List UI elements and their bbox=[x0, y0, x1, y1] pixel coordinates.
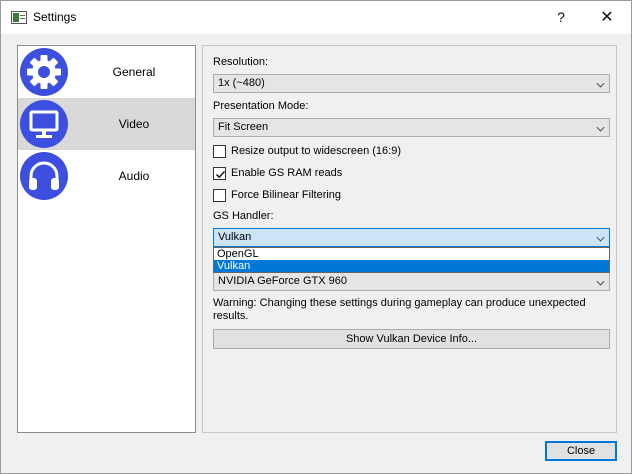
sidebar-item-audio[interactable]: Audio bbox=[18, 150, 195, 202]
window-title: Settings bbox=[33, 10, 77, 24]
settings-category-list[interactable]: General Video Audio bbox=[17, 45, 196, 433]
chevron-down-icon bbox=[596, 277, 605, 286]
resolution-value: 1x (~480) bbox=[218, 77, 265, 89]
close-window-button[interactable]: ✕ bbox=[585, 1, 629, 34]
checkbox-label: Resize output to widescreen (16:9) bbox=[231, 145, 401, 157]
gs-handler-select[interactable]: Vulkan bbox=[213, 228, 610, 247]
video-settings-panel: Resolution: 1x (~480) Presentation Mode:… bbox=[202, 45, 617, 433]
show-device-info-button[interactable]: Show Vulkan Device Info... bbox=[213, 329, 610, 349]
device-select[interactable]: NVIDIA GeForce GTX 960 bbox=[213, 272, 610, 291]
app-icon bbox=[11, 11, 27, 24]
headphones-icon bbox=[20, 152, 68, 200]
sidebar-item-label: General bbox=[112, 65, 156, 79]
sidebar-item-general[interactable]: General bbox=[18, 46, 195, 98]
checkbox-box[interactable] bbox=[213, 145, 226, 158]
dropdown-option-vulkan[interactable]: Vulkan bbox=[214, 260, 609, 272]
resolution-label: Resolution: bbox=[213, 56, 269, 68]
title-bar[interactable]: Settings ? ✕ bbox=[1, 1, 631, 34]
settings-window: Settings ? ✕ General Video Audio Resolut… bbox=[0, 0, 632, 474]
checkbox-box[interactable] bbox=[213, 167, 226, 180]
gs-handler-dropdown-list[interactable]: OpenGL Vulkan bbox=[213, 247, 610, 273]
gs-handler-value: Vulkan bbox=[218, 231, 252, 243]
gs-handler-label: GS Handler: bbox=[213, 210, 274, 222]
presentation-mode-value: Fit Screen bbox=[218, 121, 269, 133]
checkbox-label: Force Bilinear Filtering bbox=[231, 189, 342, 201]
sidebar-item-label: Audio bbox=[118, 169, 150, 183]
monitor-icon bbox=[20, 100, 68, 148]
dropdown-option-opengl[interactable]: OpenGL bbox=[214, 248, 609, 260]
gear-icon bbox=[20, 48, 68, 96]
presentation-mode-label: Presentation Mode: bbox=[213, 100, 309, 112]
checkmark-icon bbox=[215, 170, 226, 179]
help-button[interactable]: ? bbox=[539, 1, 583, 34]
checkbox-label: Enable GS RAM reads bbox=[231, 167, 343, 179]
sidebar-item-label: Video bbox=[118, 117, 150, 131]
chevron-down-icon bbox=[596, 233, 605, 242]
sidebar-item-video[interactable]: Video bbox=[18, 98, 195, 150]
chevron-down-icon bbox=[596, 79, 605, 88]
close-button[interactable]: Close bbox=[545, 441, 617, 461]
presentation-mode-select[interactable]: Fit Screen bbox=[213, 118, 610, 137]
resolution-select[interactable]: 1x (~480) bbox=[213, 74, 610, 93]
device-value: NVIDIA GeForce GTX 960 bbox=[218, 275, 347, 287]
chevron-down-icon bbox=[596, 123, 605, 132]
warning-text: Warning: Changing these settings during … bbox=[213, 297, 586, 322]
checkbox-box[interactable] bbox=[213, 189, 226, 202]
